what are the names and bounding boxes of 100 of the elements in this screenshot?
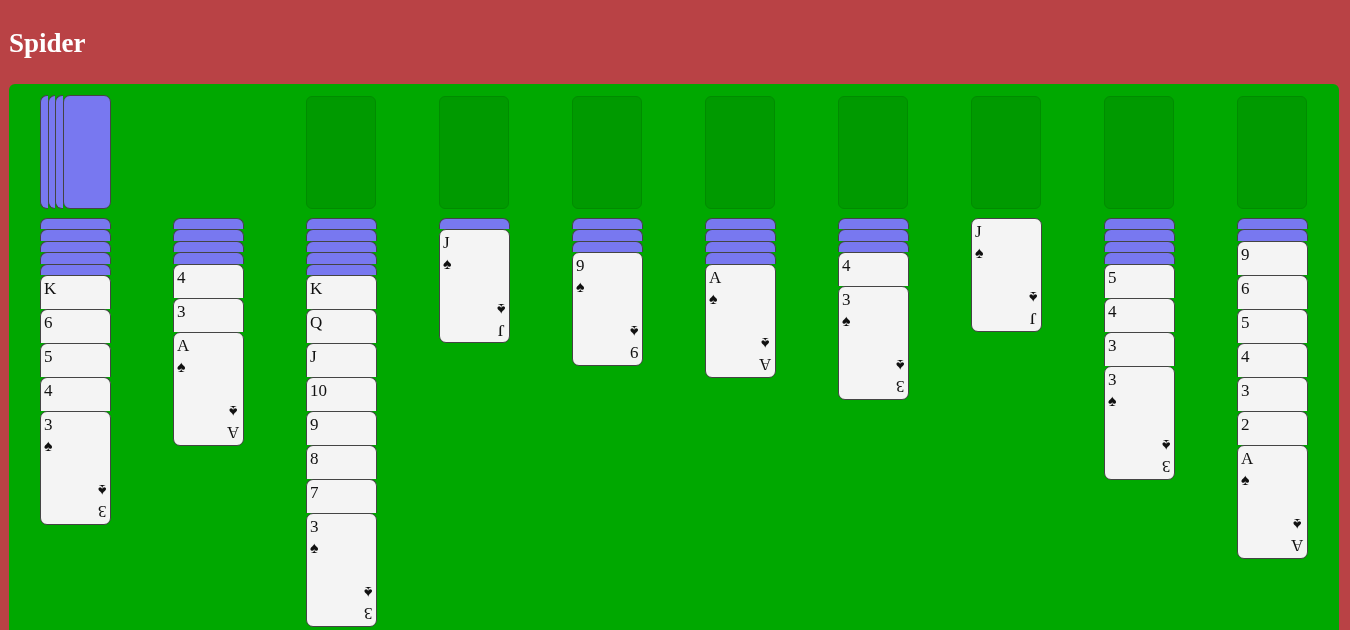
playing-card[interactable]: 3 ♠ 3 ♠: [306, 512, 377, 627]
suit-symbol: ♠: [975, 243, 985, 264]
playing-card[interactable]: 4: [40, 376, 111, 411]
card-rank: K: [44, 277, 58, 300]
card-back[interactable]: [55, 95, 63, 209]
playing-card[interactable]: K: [306, 274, 377, 309]
playing-card[interactable]: 4: [1104, 297, 1175, 332]
suit-symbol: ♠: [576, 277, 586, 298]
playing-card[interactable]: 8: [306, 444, 377, 479]
card-rank: J: [443, 232, 451, 255]
card-rank: 9: [310, 413, 320, 436]
suit-symbol: ♠: [895, 356, 904, 376]
playing-card[interactable]: 3 ♠ 3 ♠: [40, 410, 111, 525]
suit-symbol: ♠: [1108, 390, 1118, 411]
card-back[interactable]: [1104, 252, 1175, 264]
suit-symbol: ♠: [629, 322, 638, 342]
playing-card[interactable]: Q: [306, 308, 377, 343]
playing-card[interactable]: 6: [40, 308, 111, 343]
playing-card[interactable]: 9: [306, 410, 377, 445]
card-back[interactable]: [1104, 229, 1175, 241]
playing-card[interactable]: 3 ♠ 3 ♠: [838, 286, 909, 401]
playing-card[interactable]: 7: [306, 478, 377, 513]
card-rank: 2: [1241, 413, 1251, 436]
card-rank: 6: [44, 311, 54, 334]
playing-card[interactable]: J: [306, 342, 377, 377]
playing-card[interactable]: 3: [1237, 376, 1308, 411]
card-back[interactable]: [838, 229, 909, 241]
card-back[interactable]: [572, 218, 643, 230]
playing-card[interactable]: J ♠ J ♠: [439, 229, 510, 344]
card-back[interactable]: [40, 263, 111, 275]
playing-card[interactable]: 3: [1104, 331, 1175, 366]
card-back[interactable]: [306, 252, 377, 264]
card-rank: 3: [842, 289, 852, 312]
card-rank: 3: [1108, 334, 1118, 357]
card-rank: J: [310, 345, 318, 368]
playing-card[interactable]: A ♠ A ♠: [705, 263, 776, 378]
playing-card[interactable]: 5: [1237, 308, 1308, 343]
suit-symbol: ♠: [310, 538, 320, 559]
suit-symbol: ♠: [363, 582, 372, 602]
card-back[interactable]: [40, 229, 111, 241]
card-back[interactable]: [306, 218, 377, 230]
playing-card[interactable]: 5: [40, 342, 111, 377]
playing-card[interactable]: 9 ♠ 9 ♠: [572, 252, 643, 367]
card-rank: 7: [310, 481, 320, 504]
card-back[interactable]: [63, 95, 111, 209]
card-back[interactable]: [306, 263, 377, 275]
playing-card[interactable]: 3 ♠ 3 ♠: [1104, 365, 1175, 480]
card-rank: A: [758, 353, 771, 375]
game-title: Spider: [9, 28, 86, 59]
card-back[interactable]: [705, 229, 776, 241]
card-rank: J: [975, 221, 983, 243]
card-back[interactable]: [439, 218, 510, 230]
card-back[interactable]: [40, 252, 111, 264]
card-rank: 3: [44, 413, 54, 436]
card-rank: 4: [842, 255, 852, 278]
playing-card[interactable]: 4: [838, 252, 909, 287]
suit-symbol: ♠: [1028, 287, 1037, 307]
card-rank: J: [497, 319, 505, 341]
playing-card[interactable]: 5: [1104, 263, 1175, 298]
card-rank: 5: [44, 345, 54, 368]
card-rank: 6: [1241, 277, 1251, 300]
card-rank: 5: [1241, 311, 1251, 334]
playing-card[interactable]: 3: [173, 297, 244, 332]
card-back[interactable]: [1237, 229, 1308, 241]
card-back[interactable]: [40, 95, 48, 209]
card-back[interactable]: [40, 218, 111, 230]
playing-card[interactable]: J ♠ J ♠: [971, 218, 1042, 332]
card-rank: 3: [1241, 379, 1251, 402]
card-rank: A: [177, 334, 191, 357]
card-back[interactable]: [173, 252, 244, 264]
card-rank: 8: [310, 447, 320, 470]
playing-card[interactable]: 10: [306, 376, 377, 411]
card-back[interactable]: [838, 218, 909, 230]
playing-card[interactable]: 4: [1237, 342, 1308, 377]
card-back[interactable]: [1237, 218, 1308, 230]
card-back[interactable]: [173, 229, 244, 241]
card-rank: 3: [363, 602, 372, 624]
card-rank: A: [709, 266, 723, 289]
playing-card[interactable]: 4: [173, 263, 244, 298]
playing-card[interactable]: 2: [1237, 410, 1308, 445]
card-rank: A: [1290, 534, 1303, 556]
card-rank: 3: [310, 515, 320, 538]
playing-card[interactable]: 9: [1237, 240, 1308, 275]
card-back[interactable]: [705, 218, 776, 230]
suit-symbol: ♠: [1292, 514, 1302, 534]
card-back[interactable]: [173, 218, 244, 230]
playing-card[interactable]: K: [40, 274, 111, 309]
card-rank: 4: [1108, 300, 1118, 323]
card-back[interactable]: [572, 229, 643, 241]
playing-card[interactable]: 6: [1237, 274, 1308, 309]
card-back[interactable]: [306, 229, 377, 241]
card-rank: 10: [310, 379, 328, 402]
playing-card[interactable]: A ♠ A ♠: [1237, 444, 1308, 559]
card-back[interactable]: [705, 252, 776, 264]
card-rank: Q: [310, 311, 324, 334]
suit-symbol: ♠: [760, 333, 770, 353]
card-back[interactable]: [1104, 218, 1175, 230]
playing-card[interactable]: A ♠ A ♠: [173, 331, 244, 446]
card-rank: 3: [895, 376, 904, 398]
card-rank: J: [1029, 308, 1037, 329]
